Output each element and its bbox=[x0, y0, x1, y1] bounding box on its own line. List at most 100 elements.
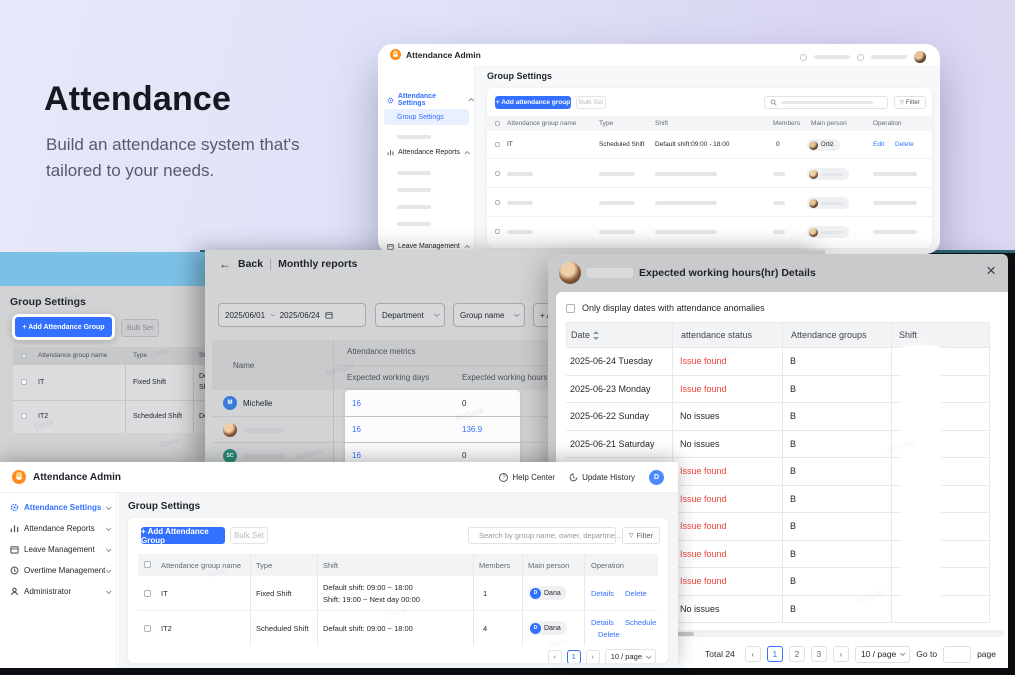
delete-link[interactable]: Delete bbox=[598, 630, 620, 639]
sidebar-item-attendance-settings[interactable]: Attendance Settings bbox=[10, 503, 110, 512]
hero: Attendance Build an attendance system th… bbox=[44, 80, 231, 119]
delete-link[interactable]: Delete bbox=[895, 141, 914, 148]
sidebar-item-overtime-management[interactable]: Overtime Management bbox=[10, 566, 110, 575]
modal-title: Expected working hours(hr) Details bbox=[639, 267, 816, 279]
group-name-dropdown[interactable]: Group name bbox=[453, 303, 525, 327]
table-row[interactable]: IT Scheduled Shift Default shift:09:00 -… bbox=[487, 131, 932, 159]
table-header: Date attendance status Attendance groups… bbox=[566, 322, 990, 348]
select-all-checkbox[interactable] bbox=[495, 121, 500, 126]
table-row[interactable]: IT Fixed Shift Default shift: 09:00 ~ 18… bbox=[138, 576, 658, 611]
app-logo-icon bbox=[12, 470, 26, 484]
search-placeholder: Search by group name, owner, departme... bbox=[479, 531, 621, 540]
bulk-set-button[interactable]: Bulk Set bbox=[230, 527, 268, 544]
redacted-name bbox=[587, 268, 633, 278]
app-title: Attendance Admin bbox=[33, 472, 121, 483]
page-title: Group Settings bbox=[487, 71, 552, 81]
clock-icon bbox=[800, 54, 807, 61]
prev-page-button[interactable]: ‹ bbox=[745, 646, 761, 662]
prev-page-button[interactable]: ‹ bbox=[548, 650, 562, 664]
skeleton-bar bbox=[781, 101, 873, 104]
user-avatar[interactable]: D bbox=[649, 470, 664, 485]
row-checkbox[interactable] bbox=[21, 413, 27, 419]
sidebar-item-administrator[interactable]: Administrator bbox=[10, 587, 110, 596]
hours-value: 0 bbox=[462, 399, 466, 408]
close-icon[interactable]: × bbox=[986, 261, 996, 281]
search-input[interactable] bbox=[764, 96, 888, 109]
bulk-set-button[interactable]: Bulk Set bbox=[576, 96, 606, 109]
back-label[interactable]: Back bbox=[238, 258, 263, 270]
chevron-down-icon bbox=[514, 311, 520, 317]
main-person-chip bbox=[807, 197, 849, 209]
days-value[interactable]: 16 bbox=[352, 451, 361, 460]
avatar bbox=[809, 199, 818, 208]
page-size-select[interactable]: 10 / page bbox=[855, 646, 910, 663]
next-page-button[interactable]: › bbox=[833, 646, 849, 662]
skeleton-bar bbox=[397, 171, 431, 175]
sidebar-item-attendance-reports[interactable]: Attendance Reports bbox=[10, 524, 110, 533]
select-all-checkbox[interactable] bbox=[21, 353, 27, 359]
details-link[interactable]: Details bbox=[591, 618, 614, 627]
row-checkbox[interactable] bbox=[21, 379, 27, 385]
help-center-link[interactable]: ?Help Center bbox=[499, 473, 555, 482]
row-checkbox[interactable] bbox=[495, 171, 500, 176]
row-checkbox[interactable] bbox=[495, 229, 500, 234]
next-page-button[interactable]: › bbox=[586, 650, 600, 664]
sort-icon[interactable] bbox=[593, 331, 599, 340]
chevron-down-icon bbox=[646, 653, 652, 659]
select-all-checkbox[interactable] bbox=[144, 561, 151, 568]
skeleton-bar bbox=[814, 55, 850, 59]
back-arrow-icon[interactable]: ← bbox=[219, 257, 231, 271]
sidebar-item-leave-management[interactable]: Leave Management bbox=[10, 545, 110, 554]
sidebar-item-attendance-reports[interactable]: Attendance Reports bbox=[387, 149, 470, 156]
hours-value[interactable]: 136.9 bbox=[462, 425, 482, 434]
page-size-select[interactable]: 10 / page bbox=[605, 649, 656, 663]
days-value[interactable]: 16 bbox=[352, 425, 361, 434]
page-3-button[interactable]: 3 bbox=[811, 646, 827, 662]
redaction-block bbox=[902, 346, 940, 614]
admin-window: Attendance Admin ?Help Center Update His… bbox=[0, 462, 678, 668]
hours-value: 0 bbox=[462, 451, 466, 460]
table-row[interactable]: IT Fixed Shift Default shift: 09:00 ~ 18… bbox=[13, 365, 212, 401]
sidebar-item-leave-management[interactable]: Leave Management bbox=[387, 243, 470, 250]
filter-button[interactable]: ▽Filter bbox=[894, 96, 926, 109]
question-icon: ? bbox=[499, 473, 508, 482]
gear-icon bbox=[10, 503, 19, 512]
table-row[interactable]: IT2 Scheduled Shift Default shift: 09:00… bbox=[13, 401, 212, 433]
page-1-button[interactable]: 1 bbox=[767, 646, 783, 662]
row-checkbox[interactable] bbox=[495, 200, 500, 205]
sidebar-item-group-settings[interactable]: Group Settings bbox=[384, 109, 469, 125]
table-row[interactable]: IT2 Scheduled Shift Default shift: 09:00… bbox=[138, 611, 658, 646]
chevron-down-icon bbox=[106, 525, 112, 531]
anomalies-checkbox-row[interactable]: Only display dates with attendance anoma… bbox=[566, 303, 765, 313]
checkbox[interactable] bbox=[566, 304, 575, 313]
user-avatar[interactable] bbox=[914, 51, 926, 63]
delete-link[interactable]: Delete bbox=[625, 589, 647, 598]
row-checkbox[interactable] bbox=[495, 142, 500, 147]
date-range-picker[interactable]: 2025/06/01 ~ 2025/06/24 bbox=[218, 303, 366, 327]
main-person-chip: Ortiz bbox=[807, 139, 840, 151]
page-1-button[interactable]: 1 bbox=[567, 650, 581, 664]
goto-page-input[interactable] bbox=[943, 646, 971, 663]
admin-sidebar: Attendance Settings Attendance Reports L… bbox=[0, 493, 117, 668]
update-history-link[interactable]: Update History bbox=[569, 473, 635, 482]
add-attendance-group-button[interactable]: + Add attendance group bbox=[495, 96, 571, 109]
row-checkbox[interactable] bbox=[144, 625, 151, 632]
admin-topbar-right: ?Help Center Update History D bbox=[499, 470, 664, 485]
filter-button[interactable]: ▽Filter bbox=[622, 527, 660, 544]
sidebar-item-attendance-settings[interactable]: Attendance Settings bbox=[387, 93, 474, 107]
row-checkbox[interactable] bbox=[144, 590, 151, 597]
edit-link[interactable]: Edit bbox=[873, 141, 884, 148]
panel-title: Group Settings bbox=[10, 296, 86, 308]
bulk-set-button[interactable]: Bulk Set bbox=[121, 319, 159, 337]
add-attendance-group-button[interactable]: + Add Attendance Group bbox=[141, 527, 225, 544]
calendar-icon bbox=[10, 545, 19, 554]
add-attendance-group-button[interactable]: + Add Attendance Group bbox=[15, 317, 112, 337]
modal-header: Expected working hours(hr) Details × bbox=[548, 254, 1008, 292]
page-2-button[interactable]: 2 bbox=[789, 646, 805, 662]
details-link[interactable]: Details bbox=[591, 589, 614, 598]
group-table: Attendance group name Type Shift Members… bbox=[138, 554, 658, 646]
department-dropdown[interactable]: Department bbox=[375, 303, 445, 327]
schedule-link[interactable]: Schedule bbox=[625, 618, 656, 627]
days-value[interactable]: 16 bbox=[352, 399, 361, 408]
search-input[interactable]: Search by group name, owner, departme... bbox=[468, 527, 616, 544]
